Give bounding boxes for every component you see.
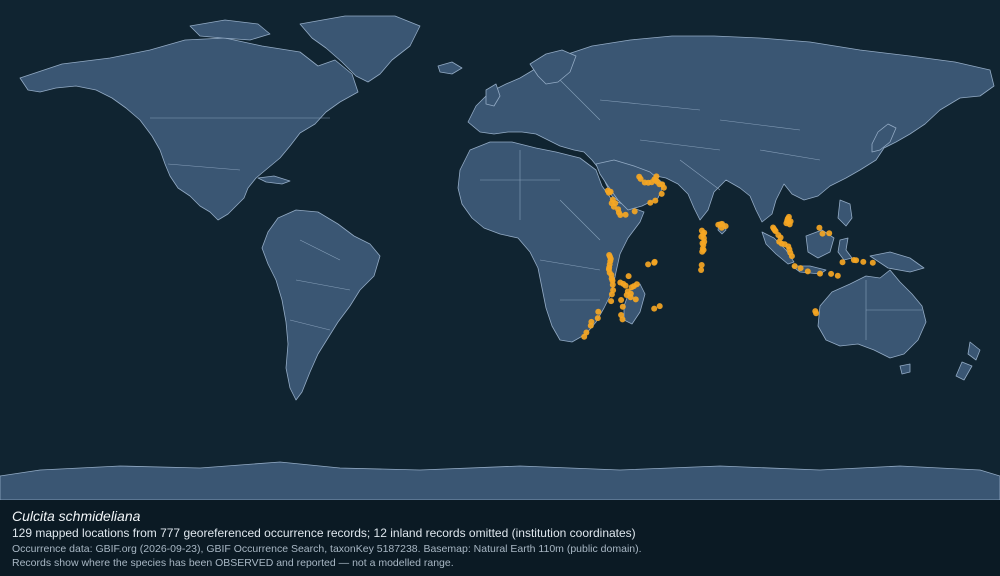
occurrence-point [813, 310, 820, 317]
occurrence-point [617, 212, 624, 218]
occurrence-point [718, 224, 725, 231]
occurrence-point [633, 281, 640, 288]
occurrence-point [826, 230, 833, 237]
occurrence-point [819, 230, 826, 237]
occurrence-point [658, 190, 665, 197]
world-map [0, 0, 1000, 500]
occurrence-point [797, 265, 804, 272]
occurrence-point [781, 241, 788, 248]
occurrence-point [656, 303, 663, 310]
occurrence-point [699, 248, 706, 255]
occurrence-point [618, 297, 625, 303]
occurrence-point [860, 258, 867, 265]
occurrence-point [612, 200, 619, 207]
caption-panel: Culcita schmideliana 129 mapped location… [0, 500, 1000, 576]
occurrence-point [791, 263, 798, 270]
data-source: Occurrence data: GBIF.org (2026-09-23), … [12, 543, 642, 555]
occurrence-point [615, 206, 622, 213]
occurrence-point [594, 315, 601, 322]
map-panel [0, 0, 1000, 500]
occurrence-point [605, 266, 612, 273]
occurrence-point [622, 211, 629, 218]
occurrence-point [625, 273, 632, 280]
occurrence-point [636, 173, 643, 180]
occurrence-point [627, 294, 634, 301]
occurrence-point [787, 249, 794, 256]
map-figure: Culcita schmideliana 129 mapped location… [0, 0, 1000, 576]
occurrence-point [834, 272, 841, 279]
occurrence-point [804, 268, 811, 275]
occurrence-point [581, 333, 588, 340]
occurrence-point [631, 208, 638, 215]
occurrence-point [622, 282, 629, 289]
occurrence-point [869, 259, 876, 266]
occurrence-point [587, 322, 594, 329]
occurrence-point [652, 197, 659, 204]
occurrence-point [619, 303, 626, 310]
land-tasmania [899, 363, 911, 375]
occurrence-point [607, 253, 613, 260]
occurrence-point [816, 224, 823, 231]
occurrence-point [608, 298, 615, 305]
occurrence-point [698, 262, 705, 268]
occurrence-point [607, 188, 614, 195]
occurrence-point [645, 179, 652, 186]
occurrence-point [652, 177, 659, 184]
occurrence-point [595, 308, 602, 315]
occurrence-point [624, 288, 631, 295]
records-summary: 129 mapped locations from 777 georeferen… [12, 526, 636, 540]
occurrence-point [853, 257, 860, 264]
occurrence-point [608, 272, 615, 278]
species-name: Culcita schmideliana [12, 508, 141, 524]
occurrence-point [698, 233, 705, 240]
occurrence-point [699, 240, 706, 247]
occurrence-point [608, 291, 615, 298]
occurrence-point [645, 261, 652, 268]
occurrence-point [783, 220, 790, 227]
occurrence-point [771, 227, 778, 233]
occurrence-point [777, 234, 784, 241]
occurrence-point [785, 213, 792, 220]
occurrence-point [632, 296, 639, 303]
occurrence-point [651, 305, 658, 312]
occurrence-point [839, 259, 846, 266]
occurrence-point [619, 316, 626, 323]
occurrence-point [828, 270, 835, 277]
disclaimer: Records show where the species has been … [12, 557, 454, 569]
occurrence-point [651, 258, 658, 265]
occurrence-point [817, 270, 823, 277]
occurrence-point [609, 277, 616, 284]
